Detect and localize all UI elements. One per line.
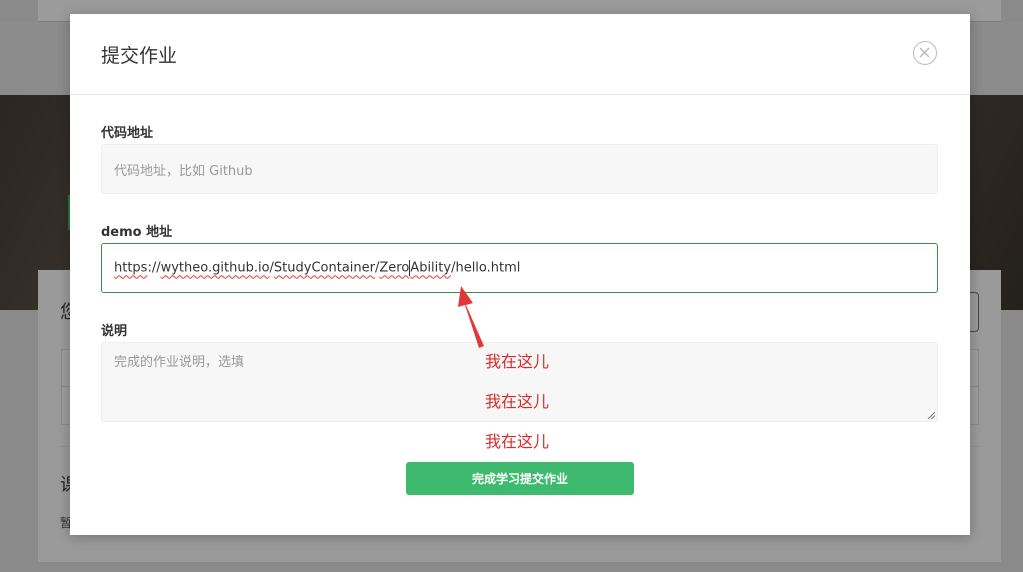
code-address-label: 代码地址: [101, 126, 154, 141]
description-placeholder: 完成的作业说明，选填: [114, 355, 245, 370]
annotation-text-2: 我在这儿: [485, 392, 550, 411]
submit-homework-modal: 提交作业 代码地址 代码地址，比如 Github demo 地址 https:/…: [70, 14, 970, 535]
description-label: 说明: [101, 324, 128, 339]
close-icon[interactable]: [913, 41, 937, 65]
demo-address-label: demo 地址: [101, 225, 173, 240]
annotation-text-1: 我在这儿: [485, 352, 550, 371]
submit-homework-button[interactable]: 完成学习提交作业: [406, 462, 634, 495]
modal-header: 提交作业: [70, 14, 970, 95]
resize-grip-icon[interactable]: [927, 411, 935, 419]
code-address-input[interactable]: 代码地址，比如 Github: [101, 144, 938, 194]
demo-address-input[interactable]: https://wytheo.github.io/StudyContainer/…: [101, 243, 938, 293]
code-address-placeholder: 代码地址，比如 Github: [114, 163, 253, 179]
demo-address-value: https://wytheo.github.io/StudyContainer/…: [114, 260, 521, 276]
annotation-text-3: 我在这儿: [485, 432, 550, 451]
modal-title: 提交作业: [101, 45, 178, 67]
